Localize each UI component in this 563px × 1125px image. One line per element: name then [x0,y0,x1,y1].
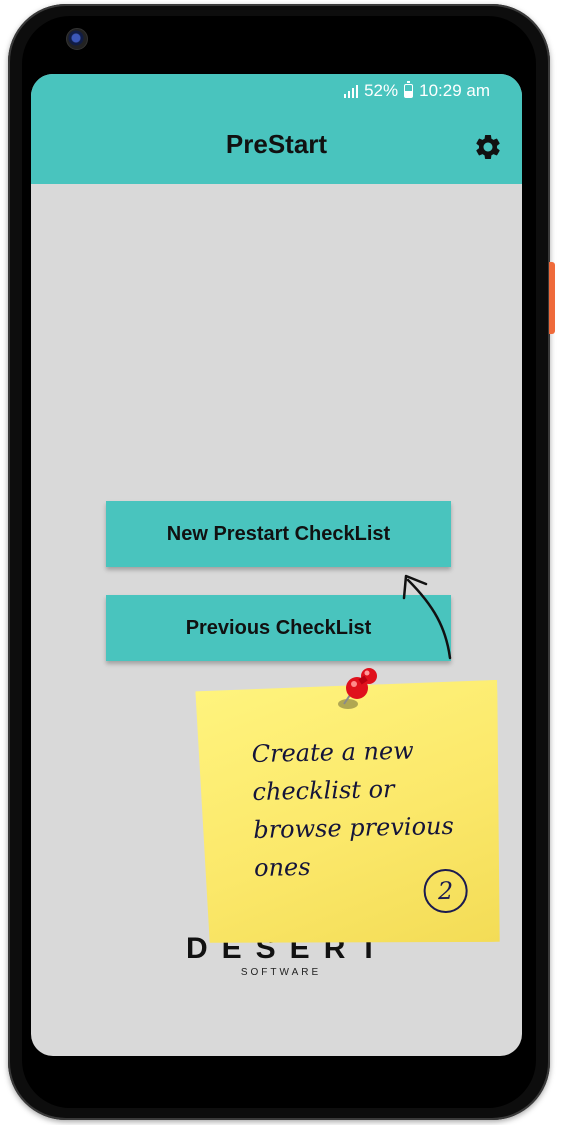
new-checklist-button[interactable]: New Prestart CheckList [106,501,451,567]
page-title: PreStart [225,129,328,159]
device-mockup: 52% 10:29 am PreStart New Prestart Check… [0,0,563,1125]
sticky-note: Create a new checklist or browse previou… [195,680,502,948]
battery-icon [404,81,414,98]
gear-icon [476,135,500,159]
step-number-badge: 2 [423,869,468,914]
logo-subtitle: SOFTWARE [240,967,322,978]
front-camera-icon [66,28,88,50]
pushpin-icon [338,668,377,709]
battery-percent: 52% [364,81,399,100]
sticky-line: browse previous [253,811,455,845]
clock: 10:29 am [419,81,490,100]
sticky-line: Create a new [251,736,414,769]
status-bar: 52% 10:29 am [344,81,490,101]
power-button [549,262,555,334]
app-bar: 52% 10:29 am PreStart [31,74,522,184]
sticky-line: checklist or [252,775,395,807]
sticky-note-text: Create a new checklist or browse previou… [251,730,484,887]
arrow-icon [402,574,452,660]
settings-button[interactable] [471,130,505,164]
signal-icon [344,84,359,98]
